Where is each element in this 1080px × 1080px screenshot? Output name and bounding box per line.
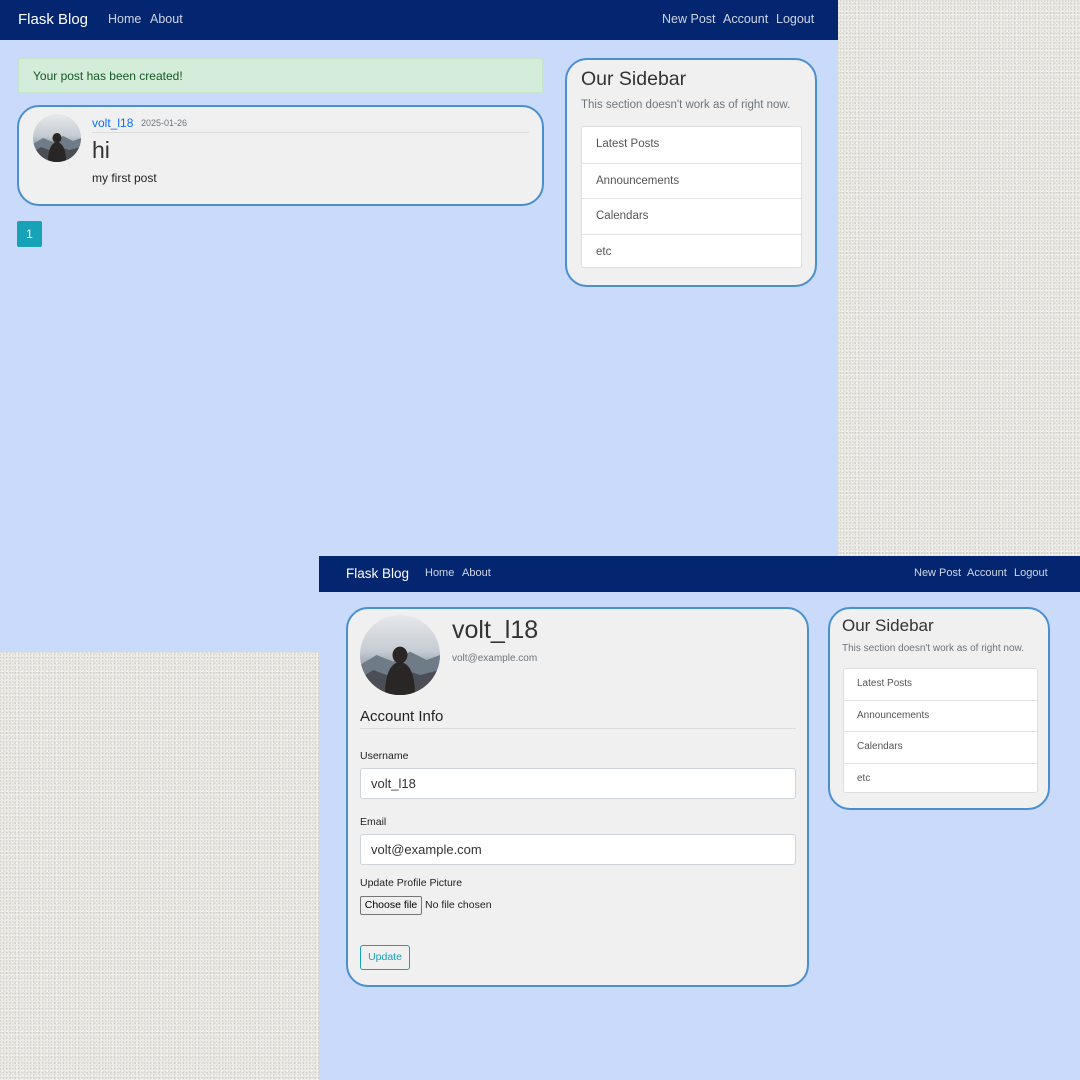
sidebar-list: Latest Posts Announcements Calendars etc: [581, 126, 802, 268]
nav-account-link[interactable]: Account: [967, 567, 1007, 579]
account-username: volt_l18: [452, 616, 539, 644]
sidebar-title: Our Sidebar: [581, 68, 687, 90]
sidebar-description: This section doesn't work as of right no…: [581, 99, 791, 111]
account-card: volt_l18 volt@example.com Account Info U…: [346, 607, 809, 987]
nav-new-post-link[interactable]: New Post: [914, 567, 961, 579]
navbar: Flask Blog Home About New Post Account L…: [0, 0, 838, 40]
post-date: 2025-01-26: [141, 118, 188, 128]
choose-file-button[interactable]: Choose file: [360, 896, 422, 915]
post-content: my first post: [92, 171, 157, 185]
nav-new-post-link[interactable]: New Post: [662, 12, 716, 26]
sidebar-item-etc[interactable]: etc: [582, 233, 801, 270]
nav-account-link[interactable]: Account: [723, 12, 768, 26]
email-field[interactable]: [360, 834, 796, 865]
account-email: volt@example.com: [452, 653, 538, 664]
sidebar-item-latest-posts[interactable]: Latest Posts: [582, 127, 801, 163]
sidebar-item-calendars[interactable]: Calendars: [582, 198, 801, 234]
sidebar-description: This section doesn't work as of right no…: [842, 643, 1024, 654]
sidebar-item-calendars[interactable]: Calendars: [844, 731, 1037, 762]
update-button[interactable]: Update: [360, 945, 410, 970]
nav-logout-link[interactable]: Logout: [1014, 567, 1048, 579]
email-label: Email: [360, 816, 387, 828]
pagination-page-1[interactable]: 1: [17, 221, 42, 247]
post-author-link[interactable]: volt_l18: [92, 116, 133, 130]
profile-avatar-icon: [33, 114, 81, 162]
nav-home-link[interactable]: Home: [425, 567, 454, 579]
picture-label: Update Profile Picture: [360, 877, 463, 889]
success-alert: Your post has been created!: [18, 58, 543, 93]
nav-about-link[interactable]: About: [462, 567, 491, 579]
sidebar-item-etc[interactable]: etc: [844, 762, 1037, 794]
brand-link[interactable]: Flask Blog: [346, 566, 409, 581]
sidebar-item-latest-posts[interactable]: Latest Posts: [844, 669, 1037, 700]
file-status: No file chosen: [425, 899, 492, 911]
post-card: volt_l18 2025-01-26 hi my first post: [17, 105, 544, 206]
navbar: Flask Blog Home About New Post Account L…: [319, 556, 1080, 592]
brand-link[interactable]: Flask Blog: [18, 11, 88, 28]
post-title-link[interactable]: hi: [92, 137, 110, 164]
profile-avatar-icon: [360, 615, 440, 695]
sidebar-card: Our Sidebar This section doesn't work as…: [828, 607, 1050, 810]
sidebar-list: Latest Posts Announcements Calendars etc: [843, 668, 1038, 793]
sidebar-item-announcements[interactable]: Announcements: [582, 162, 801, 199]
form-divider: [360, 728, 796, 729]
sidebar-title: Our Sidebar: [842, 616, 934, 635]
sidebar-item-announcements[interactable]: Announcements: [844, 700, 1037, 731]
form-legend: Account Info: [360, 708, 444, 725]
username-field[interactable]: [360, 768, 796, 799]
home-screen: Flask Blog Home About New Post Account L…: [0, 0, 838, 652]
sidebar-card: Our Sidebar This section doesn't work as…: [565, 58, 817, 287]
post-divider: [92, 132, 529, 133]
nav-home-link[interactable]: Home: [108, 12, 141, 26]
nav-about-link[interactable]: About: [150, 12, 183, 26]
account-screen: Flask Blog Home About New Post Account L…: [319, 556, 1080, 1080]
nav-logout-link[interactable]: Logout: [776, 12, 814, 26]
username-label: Username: [360, 750, 409, 762]
